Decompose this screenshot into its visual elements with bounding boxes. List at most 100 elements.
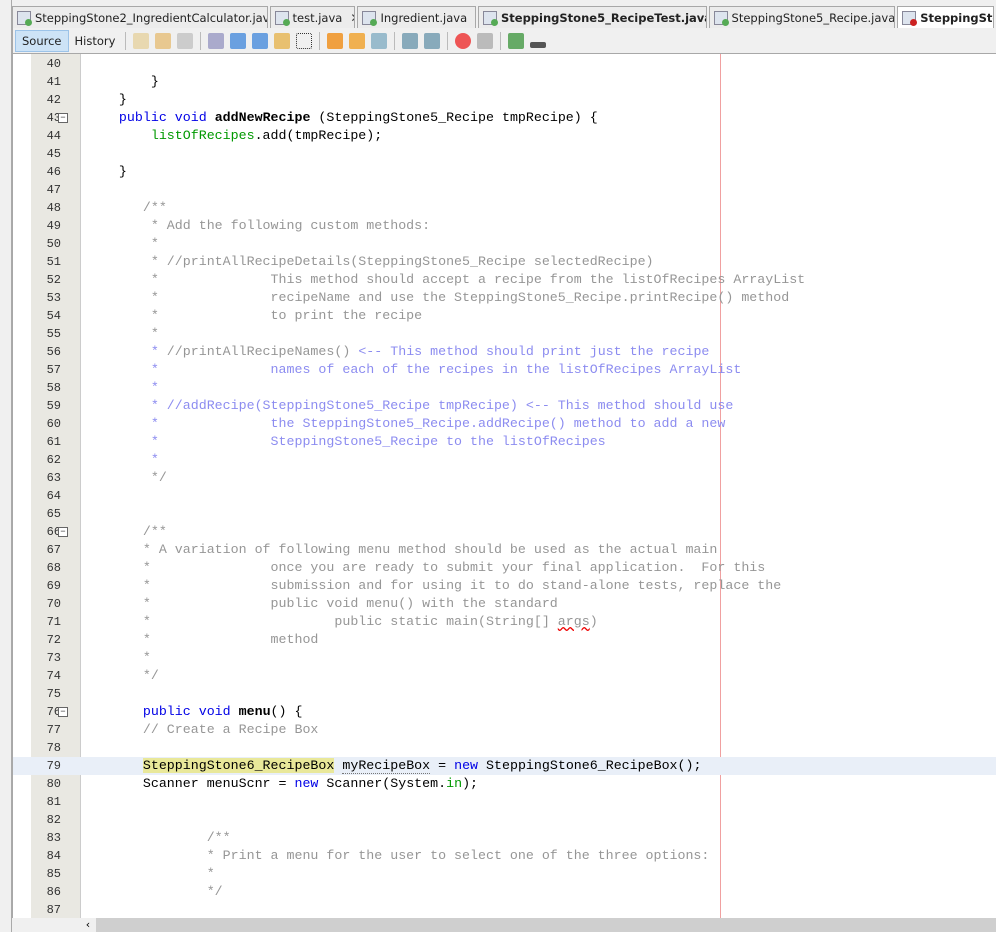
code-line[interactable]: 71 * public static main(String[] args) (13, 613, 996, 631)
code-line[interactable]: 43− public void addNewRecipe (SteppingSt… (13, 109, 996, 127)
code-text: * //printAllRecipeDetails(SteppingStone5… (87, 253, 654, 271)
code-line[interactable]: 41 } (13, 73, 996, 91)
code-line[interactable]: 68 * once you are ready to submit your f… (13, 559, 996, 577)
code-line[interactable]: 47 (13, 181, 996, 199)
code-line[interactable]: 82 (13, 811, 996, 829)
code-line[interactable]: 51 * //printAllRecipeDetails(SteppingSto… (13, 253, 996, 271)
toggle-highlight-icon[interactable] (274, 32, 291, 49)
code-line[interactable]: 81 (13, 793, 996, 811)
code-token: * This method should accept a recipe fro… (87, 272, 806, 287)
code-line[interactable]: 84 * Print a menu for the user to select… (13, 847, 996, 865)
last-edit-icon[interactable] (133, 32, 150, 49)
code-line[interactable]: 54 * to print the recipe (13, 307, 996, 325)
tab-0[interactable]: SteppingStone2_IngredientCalculator.java… (12, 6, 268, 28)
find-previous-icon[interactable] (230, 32, 247, 49)
shift-right-icon[interactable] (424, 32, 441, 49)
previous-bookmark-icon[interactable] (327, 32, 344, 49)
code-line[interactable]: 76− public void menu() { (13, 703, 996, 721)
code-line[interactable]: 62 * (13, 451, 996, 469)
stop-macro-icon[interactable] (477, 32, 494, 49)
find-next-icon[interactable] (252, 32, 269, 49)
code-line[interactable]: 61 * SteppingStone5_Recipe to the listOf… (13, 433, 996, 451)
forward-icon[interactable] (177, 32, 194, 49)
code-line[interactable]: 69 * submission and for using it to do s… (13, 577, 996, 595)
code-line[interactable]: 74 */ (13, 667, 996, 685)
tab-5[interactable]: SteppingSto (897, 6, 994, 28)
code-line[interactable]: 55 * (13, 325, 996, 343)
code-line[interactable]: 83 /** (13, 829, 996, 847)
code-line[interactable]: 73 * (13, 649, 996, 667)
code-area[interactable]: 40 41 } 42 } 43− public void addNewRecipe (… (13, 55, 996, 918)
toggle-bookmark-icon[interactable] (371, 32, 388, 49)
code-line[interactable]: 65 (13, 505, 996, 523)
code-line[interactable]: 85 * (13, 865, 996, 883)
line-number: 84 (46, 849, 61, 863)
code-line[interactable]: 57 * names of each of the recipes in the… (13, 361, 996, 379)
code-line[interactable]: 52 * This method should accept a recipe … (13, 271, 996, 289)
tab-3[interactable]: SteppingStone5_RecipeTest.java ✕ (478, 6, 707, 28)
code-text: * once you are ready to submit your fina… (87, 559, 765, 577)
code-line[interactable]: 60 * the SteppingStone5_Recipe.addRecipe… (13, 415, 996, 433)
comment-icon[interactable] (508, 32, 525, 49)
code-line[interactable]: 63 */ (13, 469, 996, 487)
java-run-file-icon (17, 10, 32, 26)
code-token: <-- This method should print just the re… (358, 344, 710, 359)
back-icon[interactable] (155, 32, 172, 49)
rectangular-selection-icon[interactable] (296, 32, 313, 49)
uncomment-icon[interactable] (530, 41, 547, 48)
code-line[interactable]: 64 (13, 487, 996, 505)
code-line[interactable]: 40 (13, 55, 996, 73)
code-token: * (87, 650, 151, 665)
code-line[interactable]: 77 // Create a Recipe Box (13, 721, 996, 739)
line-number: 45 (46, 147, 61, 161)
code-line[interactable]: 42 } (13, 91, 996, 109)
fold-collapse-icon[interactable]: − (58, 707, 68, 717)
shift-left-icon[interactable] (402, 32, 419, 49)
code-line[interactable]: 86 */ (13, 883, 996, 901)
code-text: * (87, 451, 159, 469)
tab-4[interactable]: SteppingStone5_Recipe.java✕ (708, 6, 896, 28)
find-icon[interactable] (208, 32, 225, 49)
close-tab-icon[interactable]: ✕ (350, 11, 354, 25)
code-line[interactable]: 87 (13, 901, 996, 918)
tab-label: SteppingStone5_Recipe.java (731, 10, 896, 25)
tab-1[interactable]: test.java ✕ (269, 6, 356, 28)
code-line[interactable]: 50 * (13, 235, 996, 253)
code-line[interactable]: 53 * recipeName and use the SteppingSton… (13, 289, 996, 307)
tab-2[interactable]: Ingredient.java ✕ (357, 6, 476, 28)
code-line[interactable]: 49 * Add the following custom methods: (13, 217, 996, 235)
code-editor[interactable]: 40 41 } 42 } 43− public void addNewRecipe (… (12, 54, 996, 918)
code-line[interactable]: 58 * (13, 379, 996, 397)
code-line[interactable]: 80 Scanner menuScnr = new Scanner(System… (13, 775, 996, 793)
code-line[interactable]: 44 listOfRecipes.add(tmpRecipe); (13, 127, 996, 145)
code-line[interactable]: 66− /** (13, 523, 996, 541)
fold-collapse-icon[interactable]: − (58, 527, 68, 537)
line-number: 83 (46, 831, 61, 845)
code-line[interactable]: 46 } (13, 163, 996, 181)
code-line[interactable]: 56 * //printAllRecipeNames() <-- This me… (13, 343, 996, 361)
record-macro-icon[interactable] (455, 32, 472, 49)
code-line[interactable]: 72 * method (13, 631, 996, 649)
line-number: 70 (46, 597, 61, 611)
code-line[interactable]: 45 (13, 145, 996, 163)
code-line[interactable]: 78 (13, 739, 996, 757)
source-button[interactable]: Source (15, 29, 69, 52)
horizontal-scrollbar[interactable]: ‹ (80, 918, 996, 932)
history-button[interactable]: History (69, 31, 122, 51)
code-line[interactable]: 70 * public void menu() with the standar… (13, 595, 996, 613)
next-bookmark-icon[interactable] (349, 32, 366, 49)
code-line[interactable]: 67 * A variation of following menu metho… (13, 541, 996, 559)
fold-collapse-icon[interactable]: − (58, 113, 68, 123)
code-line[interactable]: 79 SteppingStone6_RecipeBox myRecipeBox … (13, 757, 996, 775)
code-line[interactable]: 59 * //addRecipe(SteppingStone5_Recipe t… (13, 397, 996, 415)
code-line[interactable]: 48 /** (13, 199, 996, 217)
line-number: 51 (46, 255, 61, 269)
code-line[interactable]: 75 (13, 685, 996, 703)
code-text: * //addRecipe(SteppingStone5_Recipe tmpR… (87, 397, 734, 415)
code-token: * method (87, 632, 319, 647)
scroll-left-icon[interactable]: ‹ (80, 918, 96, 932)
code-token: listOfRecipes (150, 128, 255, 143)
tab-label: SteppingStone2_IngredientCalculator.java (35, 10, 268, 25)
close-tab-icon[interactable]: ✕ (475, 11, 476, 25)
code-text: SteppingStone6_RecipeBox myRecipeBox = n… (87, 757, 701, 775)
